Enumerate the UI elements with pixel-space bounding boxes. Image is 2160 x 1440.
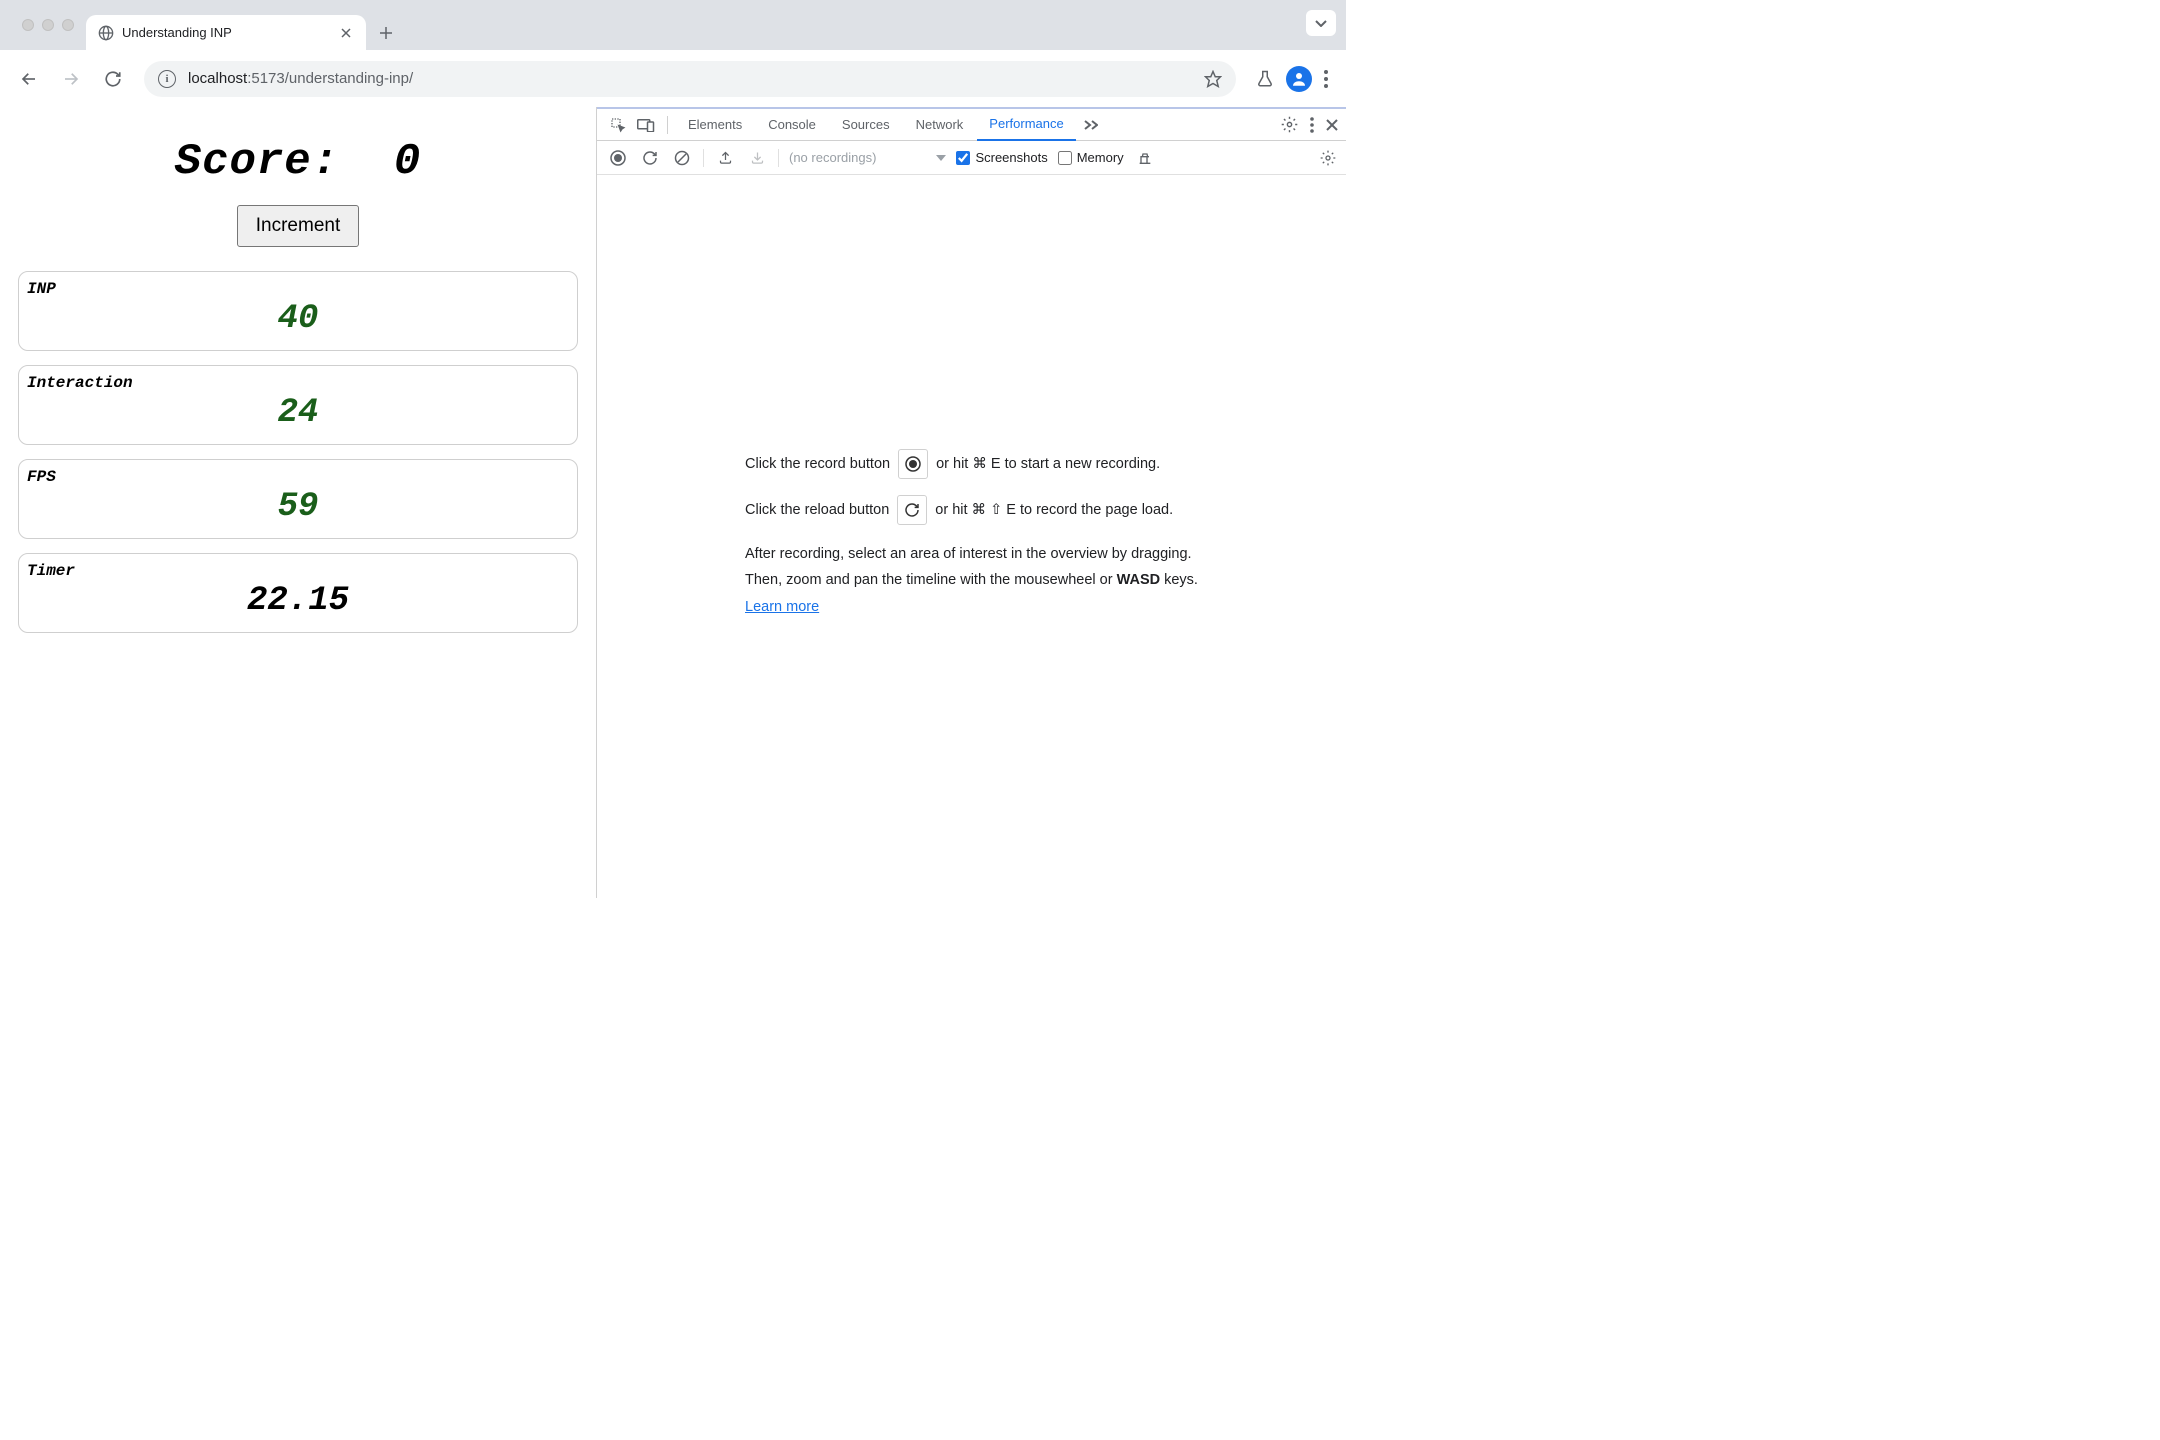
metric-value: 22.15 [27,582,569,620]
more-tabs-icon[interactable] [1078,112,1104,138]
browser-toolbar: i localhost:5173/understanding-inp/ [0,50,1346,107]
metric-card-timer: Timer 22.15 [18,553,578,633]
tab-bar: Understanding INP [0,0,1346,50]
download-icon[interactable] [746,147,768,169]
capture-settings-gear-icon[interactable] [1320,150,1336,166]
record-icon-inline [898,449,928,479]
increment-button[interactable]: Increment [237,205,359,247]
settings-gear-icon[interactable] [1281,116,1298,133]
browser-tab[interactable]: Understanding INP [86,15,366,50]
instructions-text: Click the record button or hit ⌘ E to st… [745,449,1198,623]
metric-card-inp: INP 40 [18,271,578,351]
window-controls [10,0,86,50]
screenshots-checkbox[interactable]: Screenshots [956,150,1047,165]
device-toolbar-icon[interactable] [633,112,659,138]
metric-value: 59 [27,488,569,526]
toolbar-right [1250,66,1334,92]
metric-value: 40 [27,300,569,338]
globe-icon [98,25,114,41]
learn-more-link[interactable]: Learn more [745,599,819,615]
tab-title: Understanding INP [122,25,330,40]
metric-card-fps: FPS 59 [18,459,578,539]
collect-garbage-icon[interactable] [1134,147,1156,169]
reload-button[interactable] [96,62,130,96]
metric-label: Timer [27,562,569,580]
upload-icon[interactable] [714,147,736,169]
close-devtools-icon[interactable] [1326,119,1338,131]
close-tab-button[interactable] [338,25,354,41]
clear-button[interactable] [671,147,693,169]
page-viewport: Score: 0 Increment INP 40 Interaction 24… [0,107,597,898]
browser-chrome: Understanding INP i localhost:5173/under… [0,0,1346,107]
forward-button[interactable] [54,62,88,96]
metric-label: FPS [27,468,569,486]
back-button[interactable] [12,62,46,96]
memory-checkbox[interactable]: Memory [1058,150,1124,165]
tab-network[interactable]: Network [904,109,976,141]
devtools-panel: Elements Console Sources Network Perform… [597,107,1346,898]
reload-icon-inline [897,495,927,525]
inspect-element-icon[interactable] [605,112,631,138]
recordings-dropdown[interactable]: (no recordings) [789,150,946,165]
performance-empty-state: Click the record button or hit ⌘ E to st… [597,175,1346,898]
record-button[interactable] [607,147,629,169]
devtools-tab-bar: Elements Console Sources Network Perform… [597,109,1346,141]
reload-record-button[interactable] [639,147,661,169]
metric-value: 24 [27,394,569,432]
metric-label: INP [27,280,569,298]
bookmark-star-icon[interactable] [1204,70,1222,88]
chrome-menu-icon[interactable] [1324,70,1328,88]
tab-overflow-button[interactable] [1306,10,1336,36]
site-info-icon[interactable]: i [158,70,176,88]
url-text: localhost:5173/understanding-inp/ [188,70,413,87]
metric-label: Interaction [27,374,569,392]
metric-card-interaction: Interaction 24 [18,365,578,445]
content-area: Score: 0 Increment INP 40 Interaction 24… [0,107,1346,898]
tab-console[interactable]: Console [756,109,828,141]
minimize-window-button[interactable] [42,19,54,31]
performance-toolbar: (no recordings) Screenshots Memory [597,141,1346,175]
tab-elements[interactable]: Elements [676,109,754,141]
new-tab-button[interactable] [372,19,400,47]
address-bar[interactable]: i localhost:5173/understanding-inp/ [144,61,1236,97]
tab-sources[interactable]: Sources [830,109,902,141]
score-value: 0 [394,137,421,187]
score-heading: Score: 0 [18,137,578,187]
tab-performance[interactable]: Performance [977,109,1075,141]
labs-icon[interactable] [1256,69,1274,89]
close-window-button[interactable] [22,19,34,31]
devtools-menu-icon[interactable] [1310,117,1314,133]
profile-avatar[interactable] [1286,66,1312,92]
maximize-window-button[interactable] [62,19,74,31]
